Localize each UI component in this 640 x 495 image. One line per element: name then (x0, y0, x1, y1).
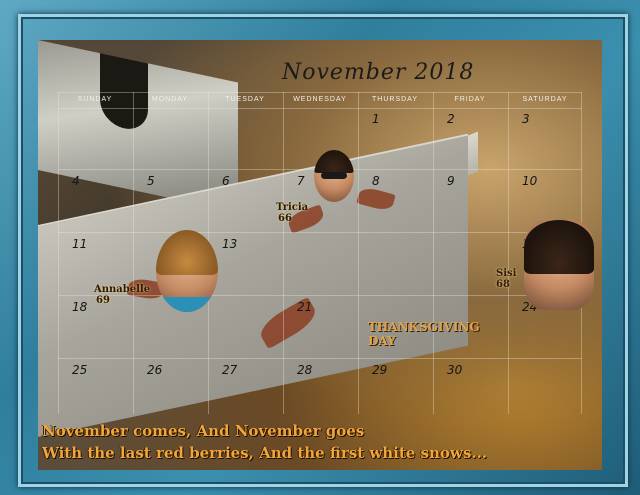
date-number: 11 (72, 237, 88, 251)
date-number: 25 (72, 363, 88, 377)
date-number: 10 (522, 174, 538, 188)
calendar-title: November 2018 (282, 60, 475, 85)
date-number: 9 (447, 174, 455, 188)
sunglasses-icon (321, 171, 347, 180)
date-number: 7 (297, 174, 305, 188)
portrait-tricia (314, 150, 354, 202)
date-number: 8 (372, 174, 380, 188)
day-header: WEDNESDAY (293, 96, 347, 103)
date-number: 3 (522, 112, 530, 126)
poem-line-1: November comes, And November goes (42, 422, 365, 440)
date-number: 1 (372, 112, 380, 126)
date-number: 2 (447, 112, 455, 126)
date-number: 21 (297, 300, 313, 314)
day-header: THURSDAY (372, 96, 418, 103)
thanksgiving-label: THANKSGIVING DAY (368, 320, 480, 348)
day-header: TUESDAY (225, 96, 265, 103)
date-number: 27 (222, 363, 238, 377)
day-header: SUNDAY (77, 96, 113, 103)
day-header: MONDAY (151, 96, 189, 103)
label-sisi: Sisi 68 (496, 268, 517, 290)
label-annabelle: Annabelle 69 (94, 284, 151, 306)
date-number: 26 (147, 363, 163, 377)
date-number: 28 (297, 363, 313, 377)
date-number: 18 (72, 300, 88, 314)
date-number: 30 (447, 363, 463, 377)
portrait-annabelle (156, 230, 218, 312)
portrait-sisi (524, 220, 594, 310)
day-header: SATURDAY (522, 96, 568, 103)
day-header: FRIDAY (454, 96, 486, 103)
calendar-grid (58, 92, 582, 414)
date-number: 29 (372, 363, 388, 377)
date-number: 4 (72, 174, 80, 188)
date-number: 5 (147, 174, 155, 188)
label-tricia: Tricia 66 (276, 202, 309, 224)
date-number: 6 (222, 174, 230, 188)
poem-line-2: With the last red berries, And the first… (42, 444, 487, 462)
date-number: 13 (222, 237, 238, 251)
